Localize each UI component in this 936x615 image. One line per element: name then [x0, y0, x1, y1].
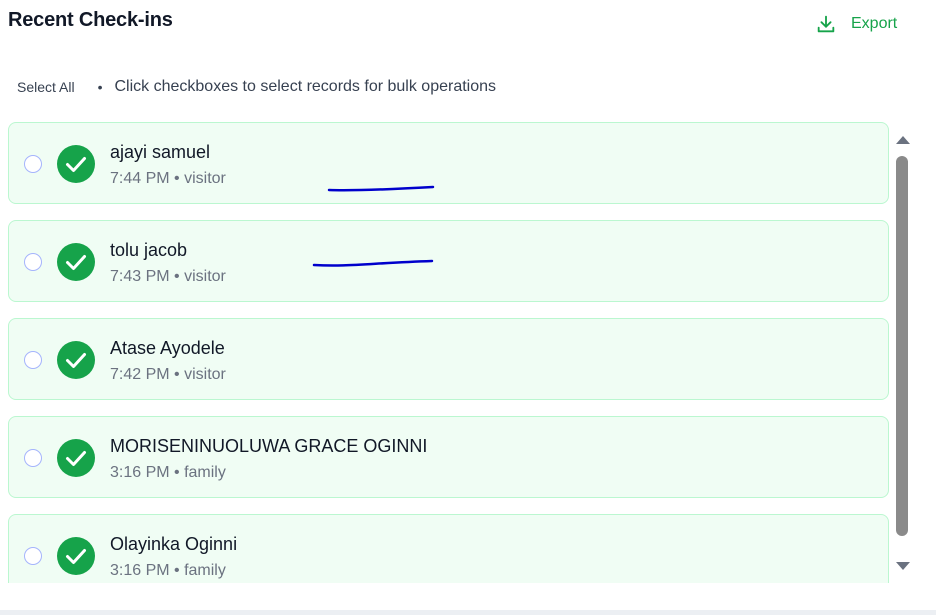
bulk-toolbar: Select All • Click checkboxes to select …: [17, 78, 496, 96]
check-circle-icon: [57, 341, 95, 379]
checkin-meta: 7:44 PM • visitor: [110, 170, 226, 187]
checkin-list: ajayi samuel 7:44 PM • visitor tolu jaco…: [8, 122, 891, 583]
scroll-up-arrow-icon[interactable]: [896, 136, 910, 144]
check-circle-icon: [57, 243, 95, 281]
select-checkbox[interactable]: [24, 449, 42, 467]
checkin-card[interactable]: MORISENINUOLUWA GRACE OGINNI 3:16 PM • f…: [8, 416, 889, 498]
bulk-hint-text: Click checkboxes to select records for b…: [114, 78, 497, 95]
select-checkbox[interactable]: [24, 351, 42, 369]
checkin-name: ajayi samuel: [110, 142, 211, 162]
checkin-meta: 3:16 PM • family: [110, 562, 226, 579]
select-all-button[interactable]: Select All: [17, 79, 75, 95]
vertical-scrollbar[interactable]: [893, 131, 913, 575]
check-circle-icon: [57, 537, 95, 575]
ink-underline: [312, 259, 434, 267]
select-checkbox[interactable]: [24, 253, 42, 271]
select-checkbox[interactable]: [24, 547, 42, 565]
scrollbar-thumb[interactable]: [896, 156, 908, 536]
ink-underline: [327, 185, 435, 192]
page-title: Recent Check-ins: [8, 9, 173, 31]
checkin-card[interactable]: Atase Ayodele 7:42 PM • visitor: [8, 318, 889, 400]
export-button[interactable]: Export: [815, 11, 897, 37]
separator-dot: •: [97, 79, 103, 95]
checkin-name: Olayinka Oginni: [110, 534, 238, 554]
checkin-card[interactable]: tolu jacob 7:43 PM • visitor: [8, 220, 889, 302]
checkin-name: Atase Ayodele: [110, 338, 225, 358]
check-circle-icon: [57, 439, 95, 477]
checkin-name: MORISENINUOLUWA GRACE OGINNI: [110, 436, 428, 456]
checkin-card[interactable]: Olayinka Oginni 3:16 PM • family: [8, 514, 889, 583]
scroll-down-arrow-icon[interactable]: [896, 562, 910, 570]
checkin-meta: 7:42 PM • visitor: [110, 366, 226, 383]
checkin-name: tolu jacob: [110, 240, 188, 260]
download-icon: [815, 13, 837, 35]
bottom-divider: [0, 610, 936, 615]
checkin-meta: 3:16 PM • family: [110, 464, 226, 481]
checkin-meta: 7:43 PM • visitor: [110, 268, 226, 285]
export-label: Export: [851, 15, 898, 32]
select-checkbox[interactable]: [24, 155, 42, 173]
check-circle-icon: [57, 145, 95, 183]
checkin-card[interactable]: ajayi samuel 7:44 PM • visitor: [8, 122, 889, 204]
